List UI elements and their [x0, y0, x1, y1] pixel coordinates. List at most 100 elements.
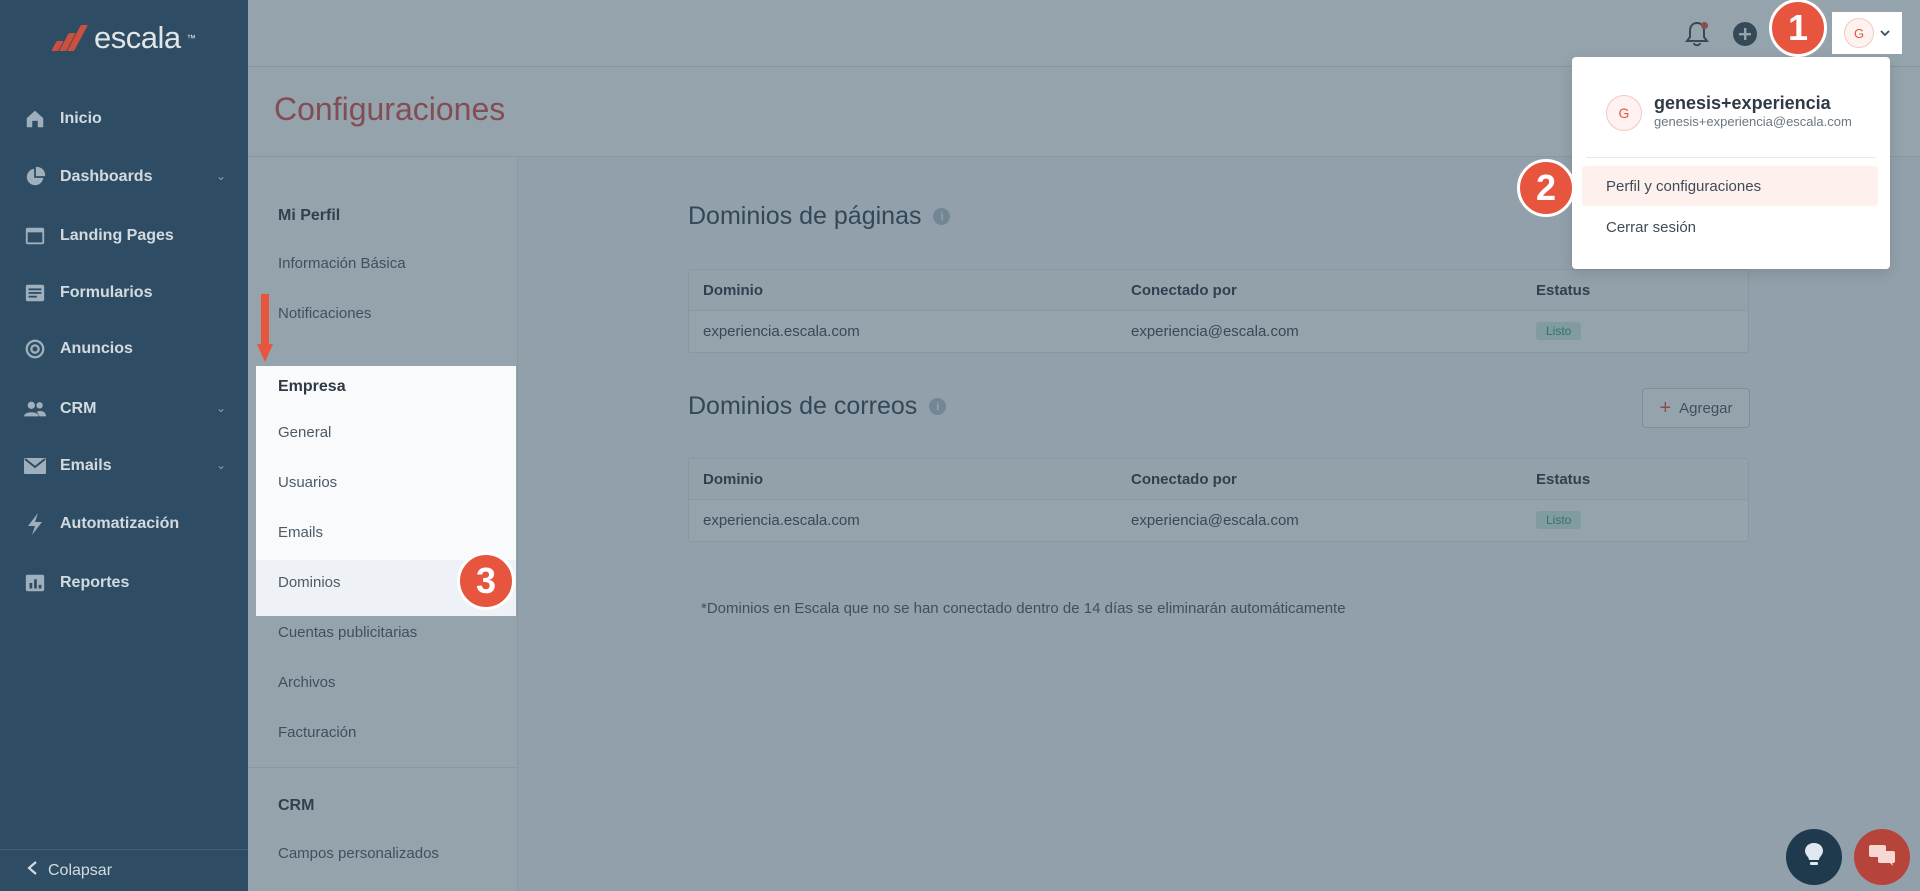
sidebar-item-label: Automatización	[60, 515, 180, 532]
settings-item-general[interactable]: General	[278, 424, 331, 441]
menu-divider	[1586, 157, 1876, 158]
info-icon[interactable]: i	[929, 398, 947, 415]
sidebar-item-label: Reportes	[60, 574, 130, 591]
add-domain-button[interactable]: + Agregar	[1642, 388, 1750, 428]
chevron-left-icon	[26, 860, 38, 881]
chevron-down-icon: ⌄	[215, 401, 226, 415]
sidebar: escala ™ Inicio Dashboards ⌄ Landing Pag…	[0, 0, 248, 891]
avatar: G	[1606, 95, 1642, 131]
sidebar-item-anuncios[interactable]: Anuncios	[0, 327, 248, 371]
settings-item-cuentas-publicitarias[interactable]: Cuentas publicitarias	[278, 624, 417, 641]
settings-item-facturacion[interactable]: Facturación	[278, 724, 356, 741]
settings-divider	[248, 767, 518, 768]
pie-chart-icon	[22, 164, 48, 190]
user-email: genesis+experiencia@escala.com	[1654, 114, 1852, 129]
collapse-label: Colapsar	[48, 861, 113, 879]
settings-heading-mi-perfil: Mi Perfil	[278, 207, 341, 224]
envelope-icon	[22, 453, 48, 479]
chat-bubbles-icon	[1868, 843, 1896, 872]
chevron-down-icon: ⌄	[215, 458, 226, 472]
add-button-label: Agregar	[1679, 399, 1733, 417]
chat-button[interactable]	[1854, 829, 1910, 885]
settings-heading-empresa: Empresa	[278, 378, 346, 395]
chevron-down-icon	[1880, 24, 1890, 42]
browser-window-icon	[22, 223, 48, 249]
domains-emails-table: Dominio Conectado por Estatus experienci…	[688, 458, 1749, 542]
sidebar-item-emails[interactable]: Emails ⌄	[0, 444, 248, 488]
column-header-conectado-por: Conectado por	[1131, 282, 1237, 299]
settings-item-notificaciones[interactable]: Notificaciones	[278, 305, 371, 322]
sidebar-item-crm[interactable]: CRM ⌄	[0, 387, 248, 431]
logo-mark-icon	[50, 25, 88, 51]
add-circle-icon[interactable]	[1730, 19, 1760, 49]
section-title-text: Dominios de páginas	[688, 202, 922, 230]
menu-item-perfil-configuraciones[interactable]: Perfil y configuraciones	[1582, 166, 1878, 206]
settings-item-usuarios[interactable]: Usuarios	[278, 474, 337, 491]
settings-item-emails[interactable]: Emails	[278, 524, 323, 541]
user-menu-dropdown: G genesis+experiencia genesis+experienci…	[1572, 57, 1890, 269]
target-icon	[22, 336, 48, 362]
column-header-conectado-por: Conectado por	[1131, 471, 1237, 488]
column-header-dominio: Dominio	[703, 471, 763, 488]
collapse-button[interactable]: Colapsar	[0, 849, 248, 891]
step-marker-2: 2	[1517, 159, 1575, 217]
domains-pages-table: Dominio Conectado por Estatus experienci…	[688, 269, 1749, 353]
section-title-dominios-paginas: Dominios de páginas i	[688, 202, 951, 231]
sidebar-item-label: Emails	[60, 457, 112, 474]
sidebar-item-label: CRM	[60, 400, 97, 417]
sidebar-item-landing-pages[interactable]: Landing Pages	[0, 214, 248, 258]
cell-connected-by: experiencia@escala.com	[1131, 512, 1299, 529]
user-name: genesis+experiencia	[1654, 93, 1831, 113]
column-header-dominio: Dominio	[703, 282, 763, 299]
escala-logo[interactable]: escala ™	[50, 20, 196, 56]
tips-lightbulb-button[interactable]	[1786, 829, 1842, 885]
column-header-estatus: Estatus	[1536, 471, 1591, 488]
settings-heading-crm: CRM	[278, 797, 315, 814]
sidebar-item-inicio[interactable]: Inicio	[0, 97, 248, 141]
step-marker-3: 3	[457, 552, 515, 610]
sidebar-item-automatizacion[interactable]: Automatización	[0, 502, 248, 546]
plus-icon: +	[1659, 396, 1672, 419]
status-badge: Listo	[1536, 511, 1582, 529]
notifications-bell-icon[interactable]	[1682, 19, 1712, 49]
column-header-estatus: Estatus	[1536, 282, 1591, 299]
settings-item-archivos[interactable]: Archivos	[278, 674, 336, 691]
arrow-down-icon	[257, 294, 273, 362]
lightning-icon	[22, 511, 48, 537]
sidebar-item-label: Anuncios	[60, 340, 133, 357]
user-avatar-button[interactable]: G	[1832, 12, 1902, 54]
cell-connected-by: experiencia@escala.com	[1131, 323, 1299, 340]
sidebar-item-label: Dashboards	[60, 168, 153, 185]
info-icon[interactable]: i	[933, 208, 951, 225]
users-icon	[22, 396, 48, 422]
settings-item-dominios[interactable]: Dominios	[278, 574, 341, 591]
sidebar-item-label: Landing Pages	[60, 227, 174, 244]
menu-item-cerrar-sesion[interactable]: Cerrar sesión	[1582, 207, 1878, 247]
sidebar-item-dashboards[interactable]: Dashboards ⌄	[0, 155, 248, 199]
table-row[interactable]: experiencia.escala.com experiencia@escal…	[689, 500, 1748, 541]
sidebar-item-reportes[interactable]: Reportes	[0, 561, 248, 605]
settings-item-campos-personalizados[interactable]: Campos personalizados	[278, 845, 439, 862]
sidebar-item-label: Formularios	[60, 284, 153, 301]
section-title-text: Dominios de correos	[688, 392, 918, 420]
section-title-dominios-correos: Dominios de correos i	[688, 392, 947, 421]
table-header-row: Dominio Conectado por Estatus	[689, 459, 1748, 500]
settings-item-informacion-basica[interactable]: Información Básica	[278, 255, 406, 272]
cell-domain: experiencia.escala.com	[703, 512, 860, 529]
status-badge: Listo	[1536, 322, 1582, 340]
avatar: G	[1844, 18, 1874, 48]
lightbulb-icon	[1804, 842, 1824, 873]
sidebar-item-formularios[interactable]: Formularios	[0, 271, 248, 315]
sidebar-item-label: Inicio	[60, 110, 102, 127]
chevron-down-icon: ⌄	[215, 169, 226, 183]
notification-dot	[1701, 22, 1708, 29]
step-marker-1: 1	[1769, 0, 1827, 57]
table-row[interactable]: experiencia.escala.com experiencia@escal…	[689, 311, 1748, 352]
bar-chart-icon	[22, 570, 48, 596]
form-icon	[22, 280, 48, 306]
cell-domain: experiencia.escala.com	[703, 323, 860, 340]
page-title: Configuraciones	[274, 91, 506, 127]
domains-expiry-note: *Dominios en Escala que no se han conect…	[701, 600, 1346, 617]
logo-text: escala	[94, 20, 181, 55]
logo-trademark: ™	[186, 33, 196, 43]
